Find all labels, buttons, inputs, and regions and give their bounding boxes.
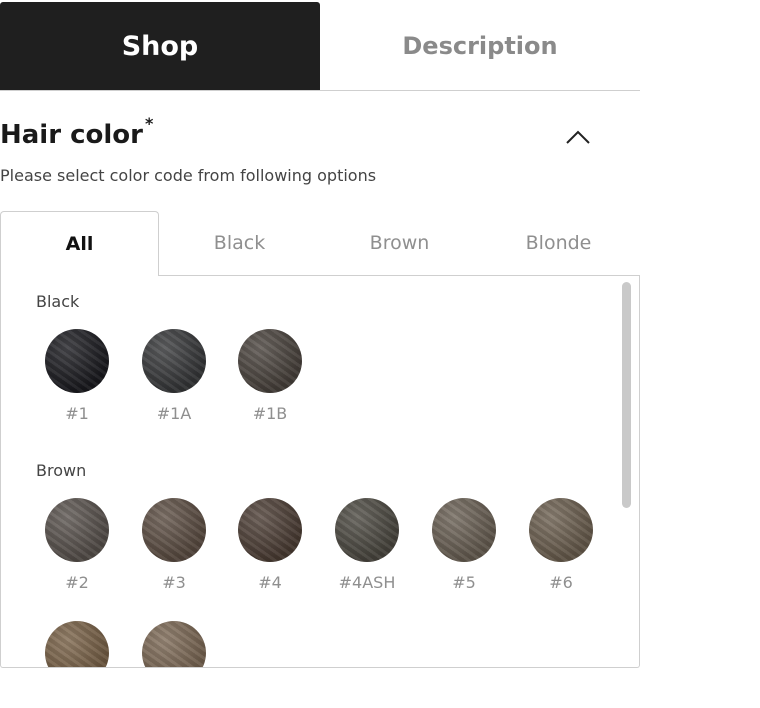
swatch-code: #4ASH xyxy=(338,573,396,592)
swatch-code: #6 xyxy=(549,573,573,592)
swatch-code: #3 xyxy=(162,573,186,592)
swatch-panel: Black #1 #1A #1B Brown #2 #3 #4 #4ASH #5… xyxy=(0,275,640,668)
filter-tab-black[interactable]: Black xyxy=(160,211,319,275)
swatch-4ash[interactable] xyxy=(335,498,399,562)
swatch-3[interactable] xyxy=(142,498,206,562)
top-tab-bar: Shop Description xyxy=(0,2,640,91)
group-label-black: Black xyxy=(36,292,80,311)
filter-tab-all[interactable]: All xyxy=(0,211,159,276)
hair-color-title-text: Hair color xyxy=(0,120,143,150)
swatch-1a[interactable] xyxy=(142,329,206,393)
panel-top-border xyxy=(159,275,639,276)
swatch-4[interactable] xyxy=(238,498,302,562)
required-mark: * xyxy=(144,114,154,133)
panel-scrollbar[interactable] xyxy=(622,282,631,508)
swatch-1b[interactable] xyxy=(238,329,302,393)
swatch-5[interactable] xyxy=(432,498,496,562)
swatch-code: #1 xyxy=(65,404,89,423)
swatch-partial[interactable] xyxy=(142,621,206,667)
swatch-code: #4 xyxy=(258,573,282,592)
chevron-up-icon[interactable] xyxy=(565,128,591,146)
tab-shop[interactable]: Shop xyxy=(0,2,320,90)
swatch-code: #1A xyxy=(156,404,192,423)
swatch-2[interactable] xyxy=(45,498,109,562)
swatch-1[interactable] xyxy=(45,329,109,393)
color-filter-tabs: All Black Brown Blonde xyxy=(0,211,640,276)
swatch-code: #5 xyxy=(452,573,476,592)
tab-description[interactable]: Description xyxy=(320,2,640,90)
hair-color-subtitle: Please select color code from following … xyxy=(0,166,377,185)
hair-color-title: Hair color * xyxy=(0,114,153,150)
filter-tab-brown[interactable]: Brown xyxy=(320,211,479,275)
filter-tab-blonde[interactable]: Blonde xyxy=(479,211,638,275)
swatch-code: #1B xyxy=(252,404,288,423)
swatch-code: #2 xyxy=(65,573,89,592)
swatch-6[interactable] xyxy=(529,498,593,562)
group-label-brown: Brown xyxy=(36,461,87,480)
swatch-partial[interactable] xyxy=(45,621,109,667)
